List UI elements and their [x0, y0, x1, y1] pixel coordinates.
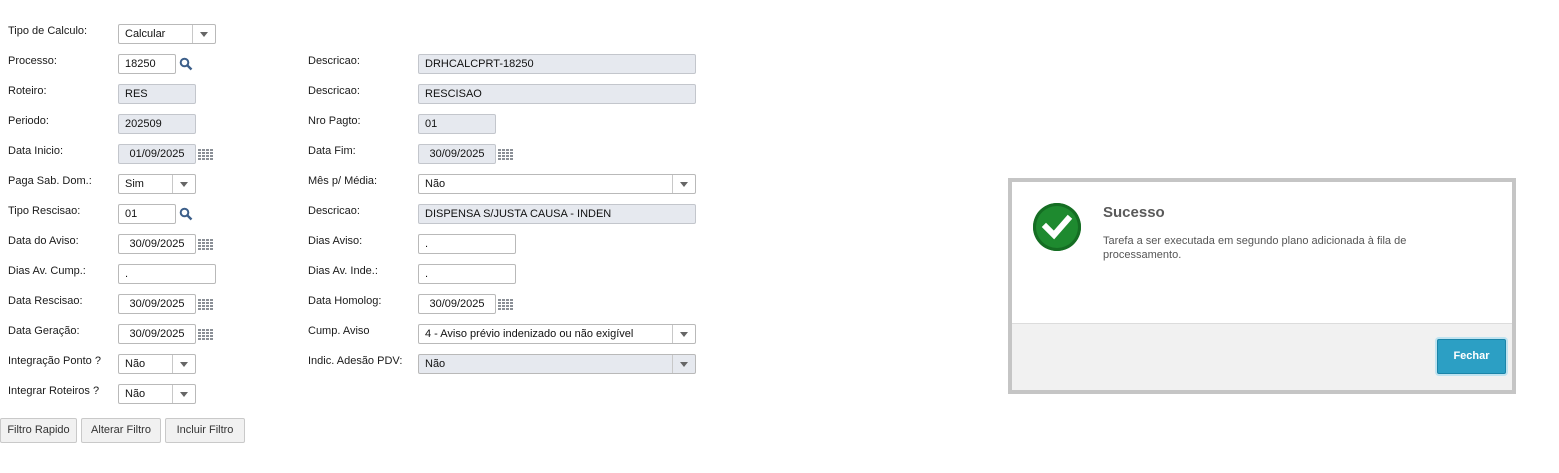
- data-homolog-label: Data Homolog:: [308, 295, 382, 307]
- dias-av-inde-label: Dias Av. Inde.:: [308, 265, 378, 277]
- processo-desc-field: DRHCALCPRT-18250: [418, 54, 696, 74]
- cump-aviso-label: Cump. Aviso: [308, 325, 370, 337]
- indic-adesao-pdv-value: Não: [425, 358, 446, 370]
- tipo-calculo-label: Tipo de Calculo:: [8, 25, 88, 37]
- integrar-roteiros-value: Não: [125, 388, 146, 400]
- dias-aviso-input[interactable]: .: [418, 234, 516, 254]
- roteiro-label: Roteiro:: [8, 85, 47, 97]
- check-circle-icon: [1033, 203, 1081, 251]
- mes-media-label: Mês p/ Média:: [308, 175, 378, 187]
- chevron-down-icon[interactable]: [192, 25, 215, 43]
- chevron-down-icon[interactable]: [672, 355, 695, 373]
- calendar-icon[interactable]: [198, 149, 213, 161]
- chevron-down-icon[interactable]: [672, 325, 695, 343]
- dialog-title: Sucesso: [1103, 204, 1165, 221]
- tipo-rescisao-input[interactable]: 01: [118, 204, 176, 224]
- dias-aviso-label: Dias Aviso:: [308, 235, 363, 247]
- calendar-icon[interactable]: [498, 149, 513, 161]
- data-geracao-label: Data Geração:: [8, 325, 80, 337]
- integracao-ponto-value: Não: [125, 358, 146, 370]
- data-aviso-label: Data do Aviso:: [8, 235, 79, 247]
- dias-av-cump-label: Dias Av. Cump.:: [8, 265, 86, 277]
- dialog-footer: Fechar: [1012, 323, 1512, 390]
- dialog-message: Tarefa a ser executada em segundo plano …: [1103, 235, 1407, 261]
- alterar-filtro-button[interactable]: Alterar Filtro: [81, 418, 161, 443]
- data-inicio-label: Data Inicio:: [8, 145, 64, 157]
- chevron-down-icon[interactable]: [172, 175, 195, 193]
- data-rescisao-label: Data Rescisao:: [8, 295, 83, 307]
- close-button[interactable]: Fechar: [1437, 339, 1506, 374]
- indic-adesao-pdv-select[interactable]: Não: [418, 354, 696, 374]
- processo-input[interactable]: 18250: [118, 54, 176, 74]
- chevron-down-icon[interactable]: [672, 175, 695, 193]
- paga-sab-dom-value: Sim: [125, 178, 144, 190]
- cump-aviso-value: 4 - Aviso prévio indenizado ou não exigí…: [425, 328, 634, 340]
- data-homolog-input[interactable]: 30/09/2025: [418, 294, 496, 314]
- calendar-icon[interactable]: [498, 299, 513, 311]
- integrar-roteiros-label: Integrar Roteiros ?: [8, 385, 100, 397]
- indic-adesao-pdv-label: Indic. Adesão PDV:: [308, 355, 403, 367]
- roteiro-desc-label: Descricao:: [308, 85, 360, 97]
- cump-aviso-select[interactable]: 4 - Aviso prévio indenizado ou não exigí…: [418, 324, 696, 344]
- integracao-ponto-select[interactable]: Não: [118, 354, 196, 374]
- calendar-icon[interactable]: [198, 299, 213, 311]
- calendar-icon[interactable]: [198, 329, 213, 341]
- data-fim-label: Data Fim:: [308, 145, 356, 157]
- dias-av-inde-input[interactable]: .: [418, 264, 516, 284]
- tipo-rescisao-desc-label: Descricao:: [308, 205, 360, 217]
- calendar-icon[interactable]: [198, 239, 213, 251]
- data-geracao-input[interactable]: 30/09/2025: [118, 324, 196, 344]
- data-rescisao-input[interactable]: 30/09/2025: [118, 294, 196, 314]
- paga-sab-dom-label: Paga Sab. Dom.:: [8, 175, 92, 187]
- success-dialog: Sucesso Tarefa a ser executada em segund…: [1008, 178, 1516, 394]
- chevron-down-icon[interactable]: [172, 355, 195, 373]
- filtro-rapido-button[interactable]: Filtro Rapido: [0, 418, 77, 443]
- incluir-filtro-button[interactable]: Incluir Filtro: [165, 418, 245, 443]
- nro-pagto-label: Nro Pagto:: [308, 115, 361, 127]
- integracao-ponto-label: Integração Ponto ?: [8, 355, 101, 367]
- paga-sab-dom-select[interactable]: Sim: [118, 174, 196, 194]
- processo-desc-label: Descricao:: [308, 55, 360, 67]
- periodo-label: Periodo:: [8, 115, 49, 127]
- search-icon[interactable]: [179, 57, 193, 71]
- mes-media-select[interactable]: Não: [418, 174, 696, 194]
- nro-pagto-field: 01: [418, 114, 496, 134]
- chevron-down-icon[interactable]: [172, 385, 195, 403]
- data-inicio-field: 01/09/2025: [118, 144, 196, 164]
- tipo-calculo-select[interactable]: Calcular: [118, 24, 216, 44]
- tipo-rescisao-desc-field: DISPENSA S/JUSTA CAUSA - INDEN: [418, 204, 696, 224]
- data-aviso-input[interactable]: 30/09/2025: [118, 234, 196, 254]
- tipo-calculo-value: Calcular: [125, 28, 166, 40]
- processo-label: Processo:: [8, 55, 57, 67]
- data-fim-field: 30/09/2025: [418, 144, 496, 164]
- tipo-rescisao-label: Tipo Rescisao:: [8, 205, 81, 217]
- integrar-roteiros-select[interactable]: Não: [118, 384, 196, 404]
- periodo-field: 202509: [118, 114, 196, 134]
- search-icon[interactable]: [179, 207, 193, 221]
- roteiro-desc-field: RESCISAO: [418, 84, 696, 104]
- dias-av-cump-input[interactable]: .: [118, 264, 216, 284]
- mes-media-value: Não: [425, 178, 446, 190]
- roteiro-field: RES: [118, 84, 196, 104]
